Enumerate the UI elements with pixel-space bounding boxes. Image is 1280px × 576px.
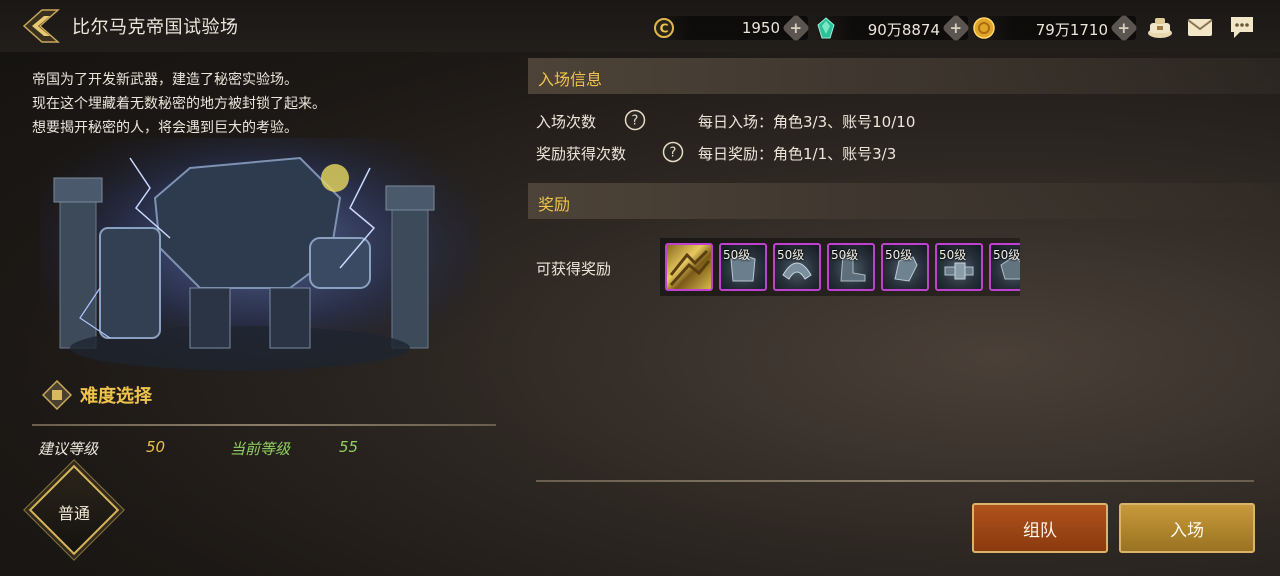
difficulty-normal-label: 普通 [57,504,90,523]
description-line: 现在这个埋藏着无数秘密的地方被封锁了起来。 [32,96,326,112]
currency-gem-value: 90万8874 [867,21,940,39]
svg-text:?: ? [670,146,677,161]
back-button[interactable] [18,8,62,44]
add-gold-button[interactable]: + [1109,13,1139,43]
currency-coin: C 1950 + [652,13,811,43]
coin-c-icon: C [654,18,674,38]
treasure-bag-icon[interactable] [1146,14,1174,40]
reward-item[interactable] [665,243,713,291]
entries-value: 每日入场：角色3/3、账号10/10 [698,113,916,131]
green-gem-icon [817,17,835,39]
difficulty-title: 难度选择 [80,386,152,407]
divider [536,480,1254,482]
add-gem-button[interactable]: + [941,13,971,43]
add-coin-button[interactable]: + [781,13,811,43]
rewards-title: 奖励 [538,195,571,214]
reward-level: 50级 [831,248,859,262]
reward-level: 50级 [939,248,967,262]
help-icon[interactable]: ? [662,141,684,163]
page-title: 比尔马克帝国试验场 [72,17,239,38]
reward-level: 50级 [993,248,1020,262]
description-line: 想要揭开秘密的人，将会遇到巨大的考验。 [32,120,298,136]
available-rewards-label: 可获得奖励 [536,260,612,278]
svg-text:?: ? [632,114,639,129]
chat-icon[interactable] [1228,14,1256,40]
mail-icon[interactable] [1186,14,1214,40]
reward-count-value: 每日奖励：角色1/1、账号3/3 [698,145,897,163]
currency-gem: 90万8874 + [814,13,971,43]
reward-item[interactable]: 50级 [827,243,875,291]
reward-level: 50级 [777,248,805,262]
difficulty-emblem-icon [42,380,72,410]
divider [32,424,496,426]
recommended-level-value: 50 [146,438,166,456]
entry-info-title: 入场信息 [538,70,603,89]
reward-item[interactable]: 50级 [881,243,929,291]
reward-item[interactable]: 50级 [773,243,821,291]
reward-item[interactable]: 50级 [719,243,767,291]
reward-level: 50级 [723,248,751,262]
reward-item[interactable]: 50级 [989,243,1020,291]
rewards-header: 奖励 [528,183,1280,219]
help-icon[interactable]: ? [624,109,646,131]
reward-level: 50级 [885,248,913,262]
gold-coin-icon [973,17,995,39]
description-line: 帝国为了开发新武器，建造了秘密实验场。 [32,72,298,88]
current-level-label: 当前等级 [230,440,291,458]
current-level-value: 55 [339,438,359,456]
enter-button[interactable]: 入场 [1119,503,1255,553]
dungeon-description: 帝国为了开发新武器，建造了秘密实验场。 现在这个埋藏着无数秘密的地方被封锁了起来… [32,68,326,140]
difficulty-header: 难度选择 [42,380,152,410]
svg-text:C: C [660,22,669,36]
recommended-level-label: 建议等级 [38,440,99,458]
reward-count-label: 奖励获得次数 [536,145,627,163]
top-bar: 比尔马克帝国试验场 C 1950 + 90万8874 + 79万1710 + [0,0,1280,52]
gold-material-icon [669,249,711,287]
currency-gold-value: 79万1710 [1035,21,1108,39]
rewards-list[interactable]: 50级 50级 50级 50级 50级 50级 [660,238,1020,296]
team-button[interactable]: 组队 [972,503,1108,553]
currency-gold: 79万1710 + [972,13,1139,43]
currency-coin-value: 1950 [741,19,780,37]
entries-label: 入场次数 [536,113,597,131]
back-arrow-icon [22,9,60,43]
entry-info-header: 入场信息 [528,58,1280,94]
boss-artwork [40,138,480,374]
reward-item[interactable]: 50级 [935,243,983,291]
